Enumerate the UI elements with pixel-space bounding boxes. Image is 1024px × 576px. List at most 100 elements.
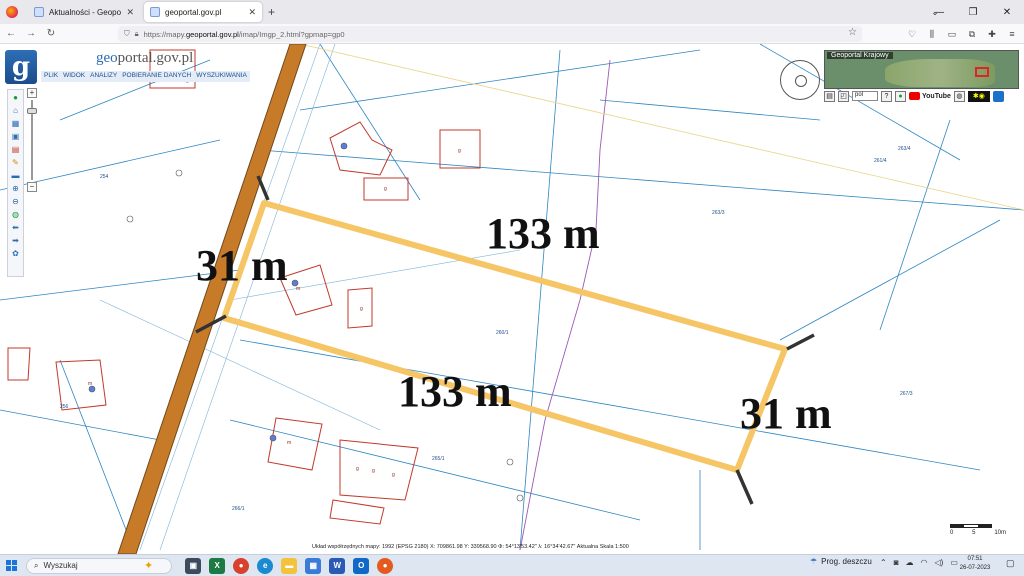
parcel-boundary [229, 419, 641, 521]
building-label: m [296, 286, 300, 292]
scale-label: 0 [950, 530, 954, 536]
eye-icon[interactable] [992, 90, 1004, 102]
firefox-taskbar-icon[interactable]: ● [377, 557, 394, 574]
screen: Aktualności - Geoportal Krajowy ✕ geopor… [0, 0, 1024, 576]
clock[interactable]: 07:51 26-07-2023 [956, 555, 994, 573]
parcel-number: 266/1 [232, 506, 245, 512]
weather-icon: ☂ [810, 557, 818, 566]
scale-label: 5 [972, 530, 976, 536]
measure-icon[interactable]: ▬ [10, 170, 21, 180]
puzzle-icon[interactable]: ✚ [984, 26, 1000, 42]
arrow-left-icon[interactable]: ⬅ [10, 222, 21, 232]
extensions-icon[interactable]: ⧉ [964, 26, 980, 42]
arrow-right-icon[interactable]: ➡ [10, 235, 21, 245]
explorer-icon[interactable]: ▬ [281, 557, 298, 574]
weather-widget[interactable]: ☂ Prog. deszczu [810, 557, 872, 566]
measure-tick [735, 469, 754, 505]
geoportal-icon[interactable]: ● [895, 90, 906, 102]
pocket-icon[interactable]: ♡ [904, 26, 920, 42]
pencil-icon[interactable]: ✎ [10, 157, 21, 167]
parcel-boundary [239, 339, 981, 471]
new-tab-button[interactable]: + [268, 5, 275, 19]
sidebar-icon[interactable]: ▭ [944, 26, 960, 42]
camera-icon[interactable]: ◙ [894, 558, 899, 567]
reload-icon[interactable]: ↻ [42, 25, 60, 43]
excel-icon[interactable]: X [209, 557, 226, 574]
minimize-icon[interactable]: — [922, 0, 956, 24]
outlook-icon[interactable]: O [353, 557, 370, 574]
overview-map[interactable]: Geoportal Krajowy [824, 50, 1019, 89]
wifi-icon[interactable]: ◠ [921, 558, 928, 567]
word-icon[interactable]: W [329, 557, 346, 574]
library-icon[interactable]: ⫼ [924, 26, 940, 42]
system-tray: ⌃ ◙ ☁ ◠ ◁) ▭ [880, 558, 958, 567]
copilot-icon[interactable]: ✦ [144, 559, 153, 572]
shield-icon[interactable]: ⛉ [124, 29, 130, 39]
task-view-icon[interactable]: ▣ [185, 557, 202, 574]
scale-bar-graphic [950, 524, 992, 528]
language-select[interactable]: pol [852, 91, 878, 101]
chevron-up-icon[interactable]: ⌃ [880, 558, 887, 567]
zoom-track[interactable] [27, 100, 37, 180]
weather-text: Prog. deszczu [821, 557, 872, 566]
parcel-boundary [319, 44, 421, 201]
close-tab-icon[interactable]: ✕ [126, 7, 134, 18]
zoom-minus-button[interactable]: − [27, 182, 37, 192]
youtube-link[interactable]: YouTube [909, 92, 951, 100]
geoportal-logo[interactable]: g [5, 50, 37, 84]
globe-link-icon[interactable]: ◍ [953, 90, 965, 102]
notification-icon[interactable]: ▢ [1006, 558, 1018, 570]
volume-icon[interactable]: ◁) [935, 558, 944, 567]
address-bar[interactable]: ⛉ 🔒︎ https://mapy.geoportal.gov.pl/imap/… [118, 26, 862, 42]
close-tab-icon[interactable]: ✕ [248, 7, 256, 18]
menu-item-plik[interactable]: PLIK [44, 72, 58, 81]
layers-panel-icon[interactable]: ▤ [824, 90, 835, 102]
zoom-in-icon[interactable]: ⊕ [10, 183, 21, 193]
select-icon[interactable]: ▣ [10, 131, 21, 141]
accessibility-icon[interactable]: ✱◉ [967, 90, 990, 102]
search-icon: ⌕ [34, 560, 39, 570]
store-icon[interactable]: ▦ [305, 557, 322, 574]
firefox-icon[interactable] [0, 0, 24, 24]
chrome-icon[interactable]: ● [233, 557, 250, 574]
cloud-icon[interactable]: ☁ [906, 558, 914, 567]
tab-geoportal[interactable]: geoportal.gov.pl ✕ [144, 2, 262, 22]
zoom-slider[interactable]: + − [27, 88, 37, 192]
globe-icon[interactable]: ◍ [10, 209, 21, 219]
zoom-plus-button[interactable]: + [27, 88, 37, 98]
menu-icon[interactable]: ≡ [1004, 26, 1020, 42]
youtube-icon [909, 92, 920, 100]
menu-item-widok[interactable]: WIDOK [63, 72, 85, 81]
menu-item-wyszukiwania[interactable]: WYSZUKIWANIA [196, 72, 247, 81]
info-icon[interactable]: ● [10, 92, 21, 102]
building-label: g [384, 186, 387, 192]
menu-item-pobieranie[interactable]: POBIERANIE DANYCH [122, 72, 191, 81]
parcel-boundary [779, 219, 1001, 341]
zoom-out-icon[interactable]: ⊖ [10, 196, 21, 206]
coordinate-status: Układ współrzędnych mapy: 1992 (EPSG 218… [312, 544, 629, 550]
zoom-knob[interactable] [27, 108, 37, 114]
bookmark-star-icon[interactable]: ☆ [848, 27, 857, 38]
start-button[interactable] [0, 555, 22, 576]
help-icon[interactable]: ? [881, 90, 892, 102]
map-canvas[interactable]: 254 263/3 260/1 265/1 267/3 256 266/1 263/4 261/… [0, 44, 1024, 554]
lock-icon[interactable]: 🔒︎ [135, 29, 139, 39]
building-label: g [458, 148, 461, 154]
overview-viewport[interactable] [975, 67, 989, 77]
legend-icon[interactable]: ◰ [838, 90, 849, 102]
layers-icon[interactable]: ▦ [10, 118, 21, 128]
close-window-icon[interactable]: ✕ [990, 0, 1024, 24]
settings-icon[interactable]: ✿ [10, 248, 21, 258]
print-icon[interactable]: ▤ [10, 144, 21, 154]
scale-label: 10m [994, 530, 1006, 536]
compass-rose[interactable] [780, 60, 820, 100]
tab-aktualnosci[interactable]: Aktualności - Geoportal Krajowy ✕ [28, 2, 140, 22]
parcel-boundary [59, 59, 211, 121]
forward-icon[interactable]: → [22, 25, 40, 43]
parcel-boundary [599, 99, 821, 121]
home-icon[interactable]: ⌂ [10, 105, 21, 115]
menu-item-analizy[interactable]: ANALIZY [90, 72, 117, 81]
maximize-icon[interactable]: ❐ [956, 0, 990, 24]
edge-icon[interactable]: e [257, 557, 274, 574]
back-icon[interactable]: ← [2, 25, 20, 43]
